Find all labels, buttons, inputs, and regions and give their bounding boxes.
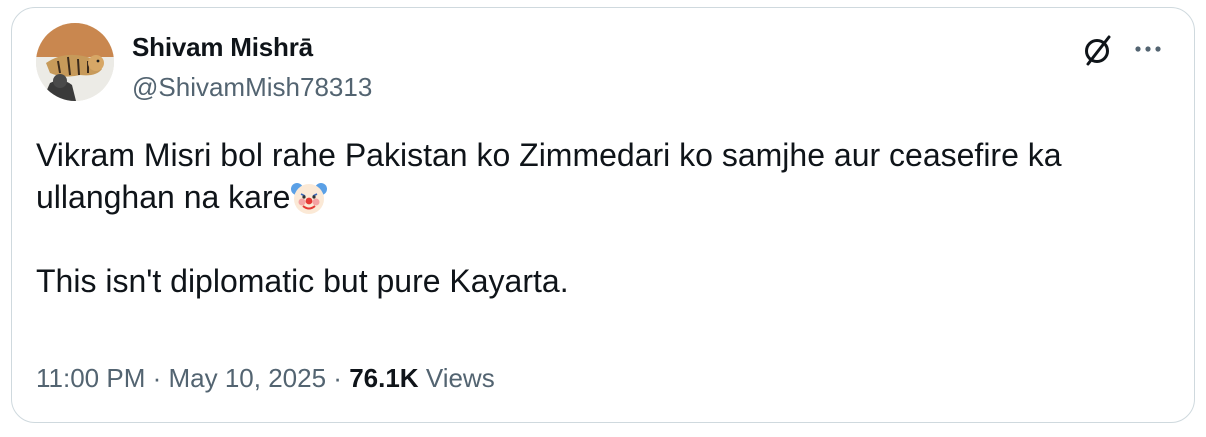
author-display-name[interactable]: Shivam Mishrā	[132, 32, 313, 63]
tweet-meta: 11:00 PM · May 10, 2025 · 76.1K Views	[36, 363, 495, 394]
tweet-time[interactable]: 11:00 PM	[36, 363, 145, 393]
tiger-photo-avatar-icon	[36, 23, 114, 101]
slashed-circle-icon[interactable]	[1080, 32, 1116, 68]
views-label: Views	[425, 363, 495, 393]
ellipsis-icon[interactable]	[1128, 32, 1168, 68]
author-handle[interactable]: @ShivamMish78313	[132, 72, 372, 103]
clown-face-emoji-icon	[290, 179, 328, 217]
views-count: 76.1K	[349, 363, 419, 393]
tweet-paragraph-1: Vikram Misri bol rahe Pakistan ko Zimmed…	[36, 134, 1166, 218]
tweet-line-1: Vikram Misri bol rahe Pakistan ko Zimmed…	[36, 137, 1062, 215]
tweet-card[interactable]: Shivam Mishrā @ShivamMish78313 Vikram Mi…	[11, 7, 1195, 423]
meta-separator: ·	[152, 363, 162, 393]
meta-separator: ·	[333, 363, 342, 393]
avatar[interactable]	[36, 23, 114, 101]
tweet-date[interactable]: May 10, 2025	[169, 363, 327, 393]
tweet-text: Vikram Misri bol rahe Pakistan ko Zimmed…	[36, 134, 1166, 302]
tweet-paragraph-2: This isn't diplomatic but pure Kayarta.	[36, 263, 569, 299]
